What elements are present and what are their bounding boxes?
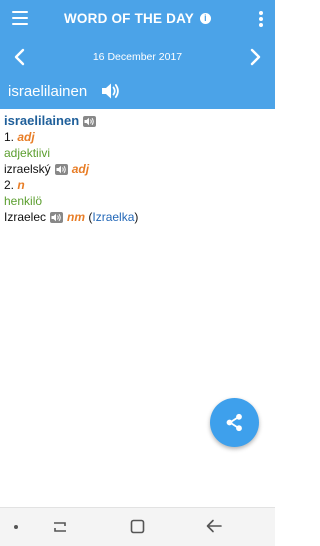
date-bar: 16 December 2017 — [0, 38, 275, 76]
recents-icon[interactable] — [52, 519, 68, 540]
app-title: WORD OF THE DAY — [63, 11, 194, 26]
app-title-container: WORD OF THE DAY i — [0, 11, 275, 26]
share-button[interactable] — [210, 398, 259, 447]
sense-2-number: 2. — [4, 178, 15, 192]
home-icon[interactable] — [130, 519, 145, 539]
app-bar: WORD OF THE DAY i — [0, 0, 275, 38]
entry-content: israelilainen 1. adj adjektiivi izraelsk… — [4, 113, 271, 225]
share-icon — [226, 413, 242, 432]
dot-icon[interactable] — [14, 525, 18, 529]
word-bar: israelilainen — [0, 76, 275, 109]
speaker-icon[interactable] — [83, 115, 97, 127]
translation-1-pos: adj — [71, 162, 90, 176]
sense-1-gloss: adjektiivi — [4, 146, 51, 160]
translation-2-pos: nm — [67, 210, 86, 224]
speaker-icon[interactable] — [54, 163, 68, 175]
translation-2-word: Izraelec — [4, 210, 47, 224]
back-icon[interactable] — [206, 519, 222, 538]
system-nav-bar — [0, 507, 275, 546]
entry-headword-row: israelilainen — [4, 113, 271, 129]
sense-1-row: 1. adj — [4, 129, 271, 145]
translation-1-word: izraelský — [4, 162, 51, 176]
speaker-icon[interactable] — [101, 82, 121, 100]
info-icon[interactable]: i — [200, 13, 211, 24]
sense-2-pos: n — [17, 178, 25, 192]
translation-2-close-paren: ) — [134, 210, 139, 224]
word-of-the-day: israelilainen — [8, 83, 88, 100]
sense-2-row: 2. n — [4, 177, 271, 193]
sense-1-pos: adj — [17, 130, 35, 144]
date-label: 16 December 2017 — [92, 51, 183, 63]
sense-2-gloss: henkilö — [4, 194, 43, 208]
sense-1-number: 1. — [4, 130, 15, 144]
entry-headword: israelilainen — [4, 113, 80, 128]
translation-2-feminine-link[interactable]: Izraelka — [92, 209, 134, 225]
speaker-icon[interactable] — [50, 211, 64, 223]
translation-1-row: izraelský adj — [4, 161, 271, 177]
kebab-icon[interactable] — [259, 11, 263, 27]
translation-2-row: Izraelec nm (Izraelka) — [4, 209, 271, 225]
chevron-right-icon[interactable] — [247, 48, 263, 66]
